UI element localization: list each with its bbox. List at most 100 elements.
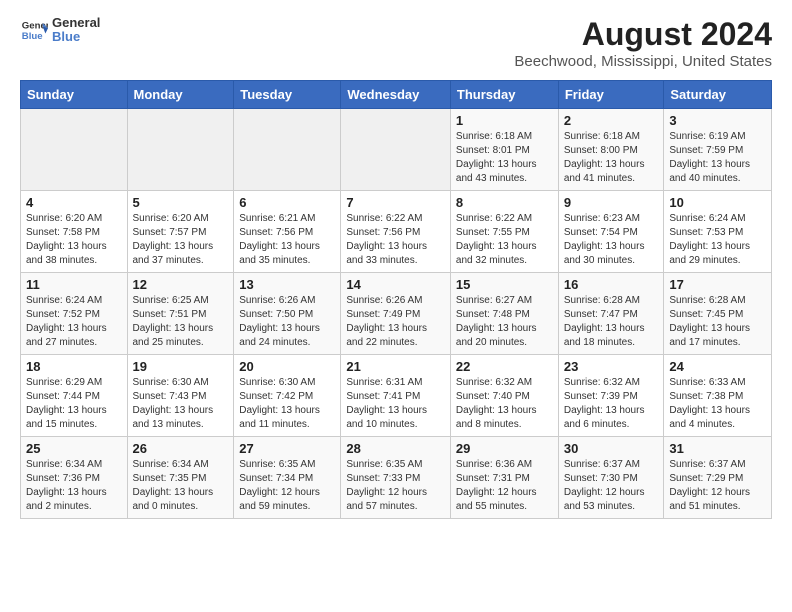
calendar-cell: 4 Sunrise: 6:20 AM Sunset: 7:58 PM Daylig… bbox=[21, 191, 128, 273]
calendar-cell: 17 Sunrise: 6:28 AM Sunset: 7:45 PM Dayli… bbox=[664, 273, 772, 355]
calendar-cell: 26 Sunrise: 6:34 AM Sunset: 7:35 PM Dayli… bbox=[127, 437, 234, 519]
day-number: 16 bbox=[564, 277, 659, 292]
day-detail: Sunrise: 6:36 AM Sunset: 7:31 PM Dayligh… bbox=[456, 458, 553, 514]
calendar-week-5: 25 Sunrise: 6:34 AM Sunset: 7:36 PM Dayli… bbox=[21, 437, 772, 519]
logo-text-general: General bbox=[52, 16, 100, 30]
day-detail: Sunrise: 6:30 AM Sunset: 7:42 PM Dayligh… bbox=[239, 376, 335, 432]
day-detail: Sunrise: 6:37 AM Sunset: 7:29 PM Dayligh… bbox=[669, 458, 766, 514]
day-number: 31 bbox=[669, 441, 766, 456]
calendar-cell: 16 Sunrise: 6:28 AM Sunset: 7:47 PM Dayli… bbox=[558, 273, 664, 355]
day-number: 9 bbox=[564, 195, 659, 210]
calendar-cell: 27Sunrise: 6:35 AM Sunset: 7:34 PM Dayli… bbox=[234, 437, 341, 519]
calendar-cell: 28Sunrise: 6:35 AM Sunset: 7:33 PM Dayli… bbox=[341, 437, 451, 519]
logo-text-blue: Blue bbox=[52, 30, 100, 44]
day-number: 12 bbox=[133, 277, 229, 292]
calendar-cell: 6 Sunrise: 6:21 AM Sunset: 7:56 PM Daylig… bbox=[234, 191, 341, 273]
day-detail: Sunrise: 6:26 AM Sunset: 7:49 PM Dayligh… bbox=[346, 294, 445, 350]
weekday-header-tuesday: Tuesday bbox=[234, 81, 341, 109]
calendar-cell: 7 Sunrise: 6:22 AM Sunset: 7:56 PM Daylig… bbox=[341, 191, 451, 273]
day-number: 14 bbox=[346, 277, 445, 292]
calendar-cell bbox=[127, 109, 234, 191]
calendar-cell: 10Sunrise: 6:24 AM Sunset: 7:53 PM Dayli… bbox=[664, 191, 772, 273]
day-number: 10 bbox=[669, 195, 766, 210]
svg-text:Blue: Blue bbox=[22, 31, 43, 42]
day-number: 24 bbox=[669, 359, 766, 374]
day-number: 18 bbox=[26, 359, 122, 374]
calendar-cell: 23Sunrise: 6:32 AM Sunset: 7:39 PM Dayli… bbox=[558, 355, 664, 437]
day-number: 23 bbox=[564, 359, 659, 374]
calendar-body: 1Sunrise: 6:18 AM Sunset: 8:01 PM Daylig… bbox=[21, 109, 772, 519]
day-number: 15 bbox=[456, 277, 553, 292]
day-number: 17 bbox=[669, 277, 766, 292]
day-detail: Sunrise: 6:20 AM Sunset: 7:57 PM Dayligh… bbox=[133, 212, 229, 268]
day-number: 21 bbox=[346, 359, 445, 374]
calendar-cell: 5Sunrise: 6:20 AM Sunset: 7:57 PM Daylig… bbox=[127, 191, 234, 273]
calendar-cell: 25 Sunrise: 6:34 AM Sunset: 7:36 PM Dayli… bbox=[21, 437, 128, 519]
page-subtitle: Beechwood, Mississippi, United States bbox=[514, 53, 772, 70]
day-detail: Sunrise: 6:18 AM Sunset: 8:00 PM Dayligh… bbox=[564, 130, 659, 186]
calendar-cell: 15 Sunrise: 6:27 AM Sunset: 7:48 PM Dayli… bbox=[450, 273, 558, 355]
day-number: 8 bbox=[456, 195, 553, 210]
day-detail: Sunrise: 6:20 AM Sunset: 7:58 PM Dayligh… bbox=[26, 212, 122, 268]
calendar-week-3: 11Sunrise: 6:24 AM Sunset: 7:52 PM Dayli… bbox=[21, 273, 772, 355]
page-title: August 2024 bbox=[514, 16, 772, 53]
day-detail: Sunrise: 6:32 AM Sunset: 7:40 PM Dayligh… bbox=[456, 376, 553, 432]
calendar-cell: 29 Sunrise: 6:36 AM Sunset: 7:31 PM Dayli… bbox=[450, 437, 558, 519]
day-detail: Sunrise: 6:28 AM Sunset: 7:47 PM Dayligh… bbox=[564, 294, 659, 350]
day-number: 6 bbox=[239, 195, 335, 210]
day-detail: Sunrise: 6:27 AM Sunset: 7:48 PM Dayligh… bbox=[456, 294, 553, 350]
calendar-cell: 24 Sunrise: 6:33 AM Sunset: 7:38 PM Dayli… bbox=[664, 355, 772, 437]
calendar-cell: 20 Sunrise: 6:30 AM Sunset: 7:42 PM Dayli… bbox=[234, 355, 341, 437]
day-number: 27 bbox=[239, 441, 335, 456]
calendar-cell: 21 Sunrise: 6:31 AM Sunset: 7:41 PM Dayli… bbox=[341, 355, 451, 437]
day-number: 25 bbox=[26, 441, 122, 456]
day-detail: Sunrise: 6:29 AM Sunset: 7:44 PM Dayligh… bbox=[26, 376, 122, 432]
day-number: 26 bbox=[133, 441, 229, 456]
day-detail: Sunrise: 6:30 AM Sunset: 7:43 PM Dayligh… bbox=[133, 376, 229, 432]
day-detail: Sunrise: 6:25 AM Sunset: 7:51 PM Dayligh… bbox=[133, 294, 229, 350]
day-number: 19 bbox=[133, 359, 229, 374]
day-detail: Sunrise: 6:22 AM Sunset: 7:56 PM Dayligh… bbox=[346, 212, 445, 268]
calendar-cell: 31 Sunrise: 6:37 AM Sunset: 7:29 PM Dayli… bbox=[664, 437, 772, 519]
day-detail: Sunrise: 6:24 AM Sunset: 7:52 PM Dayligh… bbox=[26, 294, 122, 350]
day-number: 7 bbox=[346, 195, 445, 210]
day-number: 22 bbox=[456, 359, 553, 374]
logo: General Blue General Blue bbox=[20, 16, 100, 45]
day-detail: Sunrise: 6:28 AM Sunset: 7:45 PM Dayligh… bbox=[669, 294, 766, 350]
day-detail: Sunrise: 6:26 AM Sunset: 7:50 PM Dayligh… bbox=[239, 294, 335, 350]
day-detail: Sunrise: 6:35 AM Sunset: 7:33 PM Dayligh… bbox=[346, 458, 445, 514]
calendar-cell: 3Sunrise: 6:19 AM Sunset: 7:59 PM Daylig… bbox=[664, 109, 772, 191]
calendar-cell bbox=[21, 109, 128, 191]
day-detail: Sunrise: 6:34 AM Sunset: 7:36 PM Dayligh… bbox=[26, 458, 122, 514]
day-number: 29 bbox=[456, 441, 553, 456]
calendar-week-4: 18 Sunrise: 6:29 AM Sunset: 7:44 PM Dayli… bbox=[21, 355, 772, 437]
day-number: 4 bbox=[26, 195, 122, 210]
day-detail: Sunrise: 6:34 AM Sunset: 7:35 PM Dayligh… bbox=[133, 458, 229, 514]
calendar-header: SundayMondayTuesdayWednesdayThursdayFrid… bbox=[21, 81, 772, 109]
title-block: August 2024 Beechwood, Mississippi, Unit… bbox=[514, 16, 772, 70]
calendar-cell: 12 Sunrise: 6:25 AM Sunset: 7:51 PM Dayli… bbox=[127, 273, 234, 355]
day-detail: Sunrise: 6:33 AM Sunset: 7:38 PM Dayligh… bbox=[669, 376, 766, 432]
weekday-header-saturday: Saturday bbox=[664, 81, 772, 109]
weekday-header-sunday: Sunday bbox=[21, 81, 128, 109]
day-detail: Sunrise: 6:18 AM Sunset: 8:01 PM Dayligh… bbox=[456, 130, 553, 186]
day-number: 3 bbox=[669, 113, 766, 128]
day-detail: Sunrise: 6:21 AM Sunset: 7:56 PM Dayligh… bbox=[239, 212, 335, 268]
calendar-week-2: 4 Sunrise: 6:20 AM Sunset: 7:58 PM Daylig… bbox=[21, 191, 772, 273]
calendar-cell: 19 Sunrise: 6:30 AM Sunset: 7:43 PM Dayli… bbox=[127, 355, 234, 437]
day-detail: Sunrise: 6:22 AM Sunset: 7:55 PM Dayligh… bbox=[456, 212, 553, 268]
calendar-cell bbox=[234, 109, 341, 191]
page-header: General Blue General Blue August 2024 Be… bbox=[20, 16, 772, 70]
calendar-cell: 30Sunrise: 6:37 AM Sunset: 7:30 PM Dayli… bbox=[558, 437, 664, 519]
day-number: 13 bbox=[239, 277, 335, 292]
calendar-cell bbox=[341, 109, 451, 191]
day-detail: Sunrise: 6:23 AM Sunset: 7:54 PM Dayligh… bbox=[564, 212, 659, 268]
weekday-header-thursday: Thursday bbox=[450, 81, 558, 109]
day-number: 20 bbox=[239, 359, 335, 374]
calendar-cell: 2Sunrise: 6:18 AM Sunset: 8:00 PM Daylig… bbox=[558, 109, 664, 191]
day-detail: Sunrise: 6:31 AM Sunset: 7:41 PM Dayligh… bbox=[346, 376, 445, 432]
logo-icon: General Blue bbox=[20, 16, 48, 44]
calendar-cell: 8 Sunrise: 6:22 AM Sunset: 7:55 PM Daylig… bbox=[450, 191, 558, 273]
day-number: 30 bbox=[564, 441, 659, 456]
calendar-cell: 14 Sunrise: 6:26 AM Sunset: 7:49 PM Dayli… bbox=[341, 273, 451, 355]
